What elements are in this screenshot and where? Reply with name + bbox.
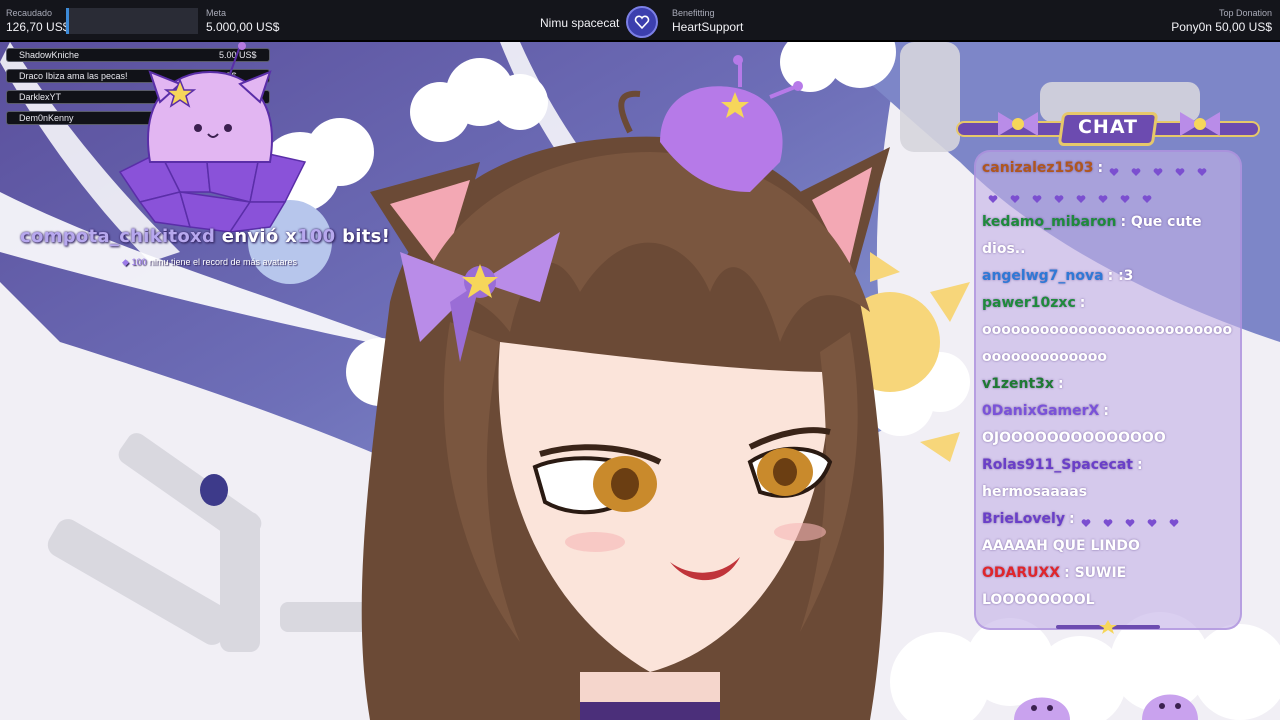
bow-icon [998, 112, 1038, 136]
chat-message: Rolas911_Spacecat: [982, 455, 1143, 475]
donor-name: Dem0nKenny [19, 113, 74, 123]
chat-message: v1zent3x: [982, 374, 1064, 394]
chat-username: angelwg7_nova [982, 268, 1104, 284]
top-donation-block: Top Donation Pony0n 50,00 US$ [1171, 8, 1272, 35]
chat-message: hermosaaaas [982, 482, 1087, 502]
chat-message [982, 185, 1158, 205]
streamer-name: Nimu spacecat [540, 16, 620, 30]
chat-text: : [1097, 160, 1104, 176]
slime-mascot-icon [1142, 694, 1198, 720]
goal-label: Meta [206, 8, 227, 18]
chat-username: pawer10zxc [982, 295, 1076, 311]
chat-text: : :3 [1107, 268, 1134, 284]
goal-progress-fill [66, 8, 70, 34]
heart-emote-icon [1175, 163, 1185, 176]
gem-icon: ◆ [122, 257, 129, 267]
heart-emote-icon [1076, 190, 1086, 203]
streamer-block: Nimu spacecat [540, 15, 619, 31]
chat-message: kedamo_mibaron: Que cute [982, 212, 1202, 232]
donation-tracker-bar: Recaudado 126,70 US$ Meta 5.000,00 US$ N… [0, 0, 1280, 42]
chat-message: pawer10zxc: [982, 293, 1085, 313]
chat-message: LOOOOOOOOL [982, 590, 1095, 610]
charity-name: HeartSupport [672, 20, 744, 34]
heart-emote-icon [1032, 190, 1042, 203]
slime-mascot-icon [1014, 697, 1070, 720]
chat-message: ooooooooooooo [982, 347, 1107, 367]
chat-message: 0DanixGamerX: [982, 401, 1109, 421]
chat-username: Rolas911_Spacecat [982, 457, 1133, 473]
donor-name: DarklexYT [19, 92, 62, 102]
heart-emote-icon [1054, 190, 1064, 203]
heart-emote-icon [1125, 514, 1135, 527]
chat-message: OJOOOOOOOOOOOOOO [982, 428, 1166, 448]
top-donation-value: Pony0n 50,00 US$ [1171, 20, 1272, 34]
chat-username: canizalez1503 [982, 160, 1094, 176]
heart-emote-icon [1142, 190, 1152, 203]
chat-username: ODARUXX [982, 565, 1061, 581]
chat-text: : SUWIE [1064, 565, 1127, 581]
chat-text: ooooooooooooo [982, 349, 1108, 365]
chat-text: oooooooooooooooooooooooooo [982, 322, 1233, 338]
donor-name: ShadowKniche [19, 50, 80, 60]
vtuber-avatar [361, 55, 890, 720]
charity-block: Benefitting HeartSupport [672, 8, 743, 35]
chat-footer-ornament [1056, 620, 1160, 634]
alert-verb: envió x [221, 226, 298, 247]
heart-emote-icon [1147, 514, 1157, 527]
chat-title: CHAT [1077, 116, 1139, 138]
chat-message: BrieLovely: [982, 509, 1185, 529]
heart-emote-icon [1081, 514, 1091, 527]
chat-text: AAAAAH QUE LINDO [982, 538, 1140, 554]
stream-scene: ShadowKniche 5.00 US$ Draco Ibiza ama la… [0, 42, 1280, 720]
heart-emote-icon [1197, 163, 1207, 176]
chat-message: canizalez1503: [982, 158, 1213, 178]
bow-icon [1180, 112, 1220, 136]
raised-label: Recaudado [6, 8, 53, 18]
goal-progress-bar [66, 8, 198, 34]
chat-username: BrieLovely [982, 511, 1065, 527]
alert-sub-amount: 100 [131, 257, 147, 267]
goal-value: 5.000,00 US$ [206, 20, 280, 34]
heart-emote-icon [1153, 163, 1163, 176]
chat-text: : [1068, 511, 1075, 527]
raised-block: Recaudado 126,70 US$ [6, 8, 69, 35]
chat-text: : [1057, 376, 1064, 392]
chat-text: dios.. [982, 241, 1026, 257]
chat-text: LOOOOOOOOL [982, 592, 1095, 608]
alert-username: compota_chikitoxd [20, 226, 216, 247]
heart-emote-icon [1010, 190, 1020, 203]
chat-message: angelwg7_nova: :3 [982, 266, 1133, 286]
alert-sub-text: nimu tiene el record de más avatares [148, 257, 298, 267]
top-donation-label: Top Donation [1218, 8, 1272, 18]
heart-emote-icon [988, 190, 998, 203]
chat-message: ODARUXX: SUWIE [982, 563, 1126, 583]
raised-value: 126,70 US$ [6, 20, 70, 34]
heart-emote-icon [1131, 163, 1141, 176]
heart-emote-icon [1169, 514, 1179, 527]
chat-username: kedamo_mibaron [982, 214, 1117, 230]
heart-emote-icon [1098, 190, 1108, 203]
chat-text: : [1079, 295, 1086, 311]
chat-text: : [1103, 403, 1109, 419]
slime-mascot-alert-icon [118, 42, 307, 232]
chat-username: 0DanixGamerX [982, 403, 1100, 419]
heart-emote-icon [1109, 163, 1119, 176]
chat-text: : [1137, 457, 1143, 473]
charity-heart-icon [626, 6, 658, 38]
heart-emote-icon [1120, 190, 1130, 203]
chat-message: oooooooooooooooooooooooooo [982, 320, 1232, 340]
chat-text: OJOOOOOOOOOOOOOO [982, 430, 1166, 446]
chat-message: dios.. [982, 239, 1025, 259]
chat-message: AAAAAH QUE LINDO [982, 536, 1140, 556]
chat-text: hermosaaaas [982, 484, 1088, 500]
goal-block: Meta 5.000,00 US$ [206, 8, 279, 35]
alert-subtext: ◆ 100 nimu tiene el record de más avatar… [122, 257, 297, 268]
chat-username: v1zent3x [982, 376, 1054, 392]
heart-emote-icon [1103, 514, 1113, 527]
chat-text: : Que cute [1120, 214, 1202, 230]
charity-label: Benefitting [672, 8, 715, 18]
